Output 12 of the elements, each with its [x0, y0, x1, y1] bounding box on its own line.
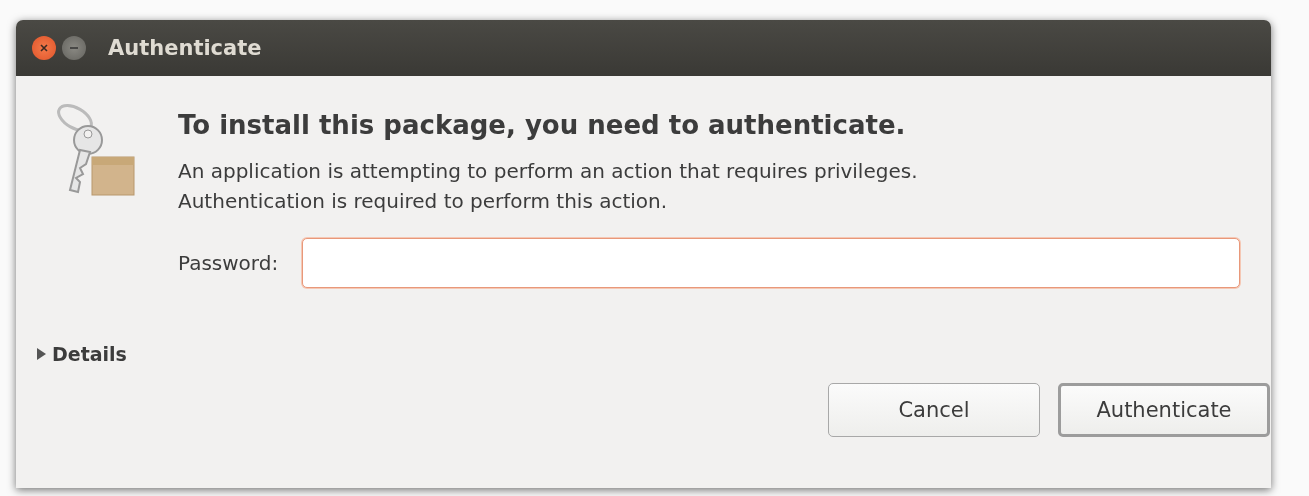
cancel-button[interactable]: Cancel	[828, 383, 1040, 437]
details-expander[interactable]: Details	[36, 343, 127, 365]
minimize-button[interactable]	[62, 36, 86, 60]
password-field[interactable]	[302, 238, 1241, 288]
password-label: Password:	[178, 251, 279, 275]
close-button[interactable]	[32, 36, 56, 60]
close-icon	[39, 43, 49, 53]
authenticate-button[interactable]: Authenticate	[1058, 383, 1270, 437]
dialog-heading: To install this package, you need to authenticate.	[178, 110, 907, 140]
window-title: Authenticate	[108, 36, 262, 60]
caret-icon	[36, 348, 46, 360]
dialog-message: An application is attempting to perform an action that requires privileges. Authentication is required to perform this action.	[178, 158, 919, 215]
